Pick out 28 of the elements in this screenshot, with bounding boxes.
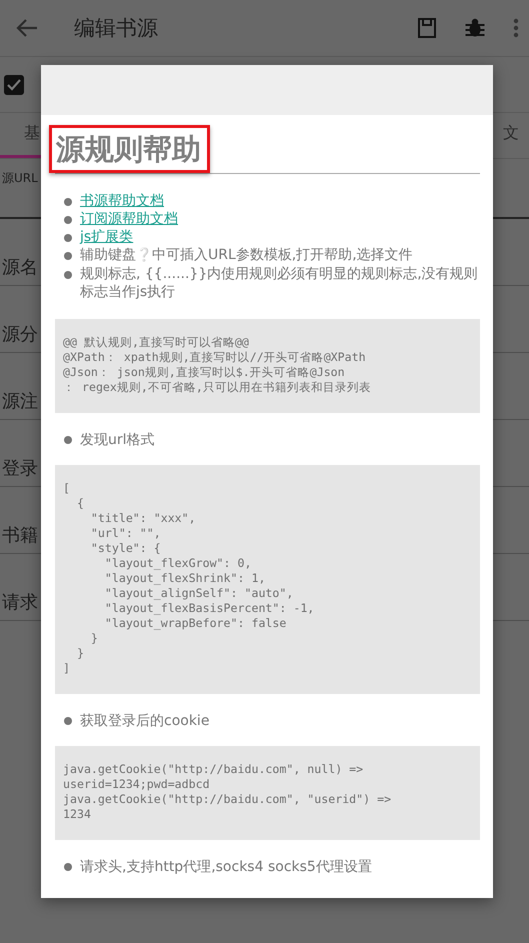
section-heading: 发现url格式 bbox=[80, 431, 155, 449]
field-label: 源URL bbox=[2, 171, 38, 185]
code-block: java.getCookie("http://baidu.com", null) => userid=1234;pwd=adbcd java.getCookie("http://baidu.com", "userid") => 1234 bbox=[55, 746, 480, 840]
help-link[interactable]: 订阅源帮助文档 bbox=[80, 210, 178, 228]
section-heading: 获取登录后的cookie bbox=[80, 712, 210, 730]
save-icon[interactable] bbox=[417, 18, 437, 38]
tab[interactable]: 文 bbox=[491, 113, 529, 158]
code-block: @@ 默认规则,直接写时可以省略@@ @XPath： xpath规则,直接写时以//开头可省略@XPath @Json： json规则,直接写时以$.开头可省略@Json ： regex规则,不可省略,只可以用在书籍列表和目录列表 bbox=[55, 319, 480, 413]
bullet-icon bbox=[64, 436, 72, 444]
checkbox[interactable] bbox=[4, 74, 24, 94]
help-text: 规则标志, {{......}}内使用规则必须有明显的规则标志,没有规则标志当作js执行 bbox=[80, 265, 479, 301]
help-text: 辅助键盘❔中可插入URL参数模板,打开帮助,选择文件 bbox=[80, 246, 413, 265]
bullet-icon bbox=[64, 271, 72, 279]
help-link[interactable]: 书源帮助文档 bbox=[80, 192, 164, 210]
bullet-icon bbox=[64, 252, 72, 260]
bullet-icon bbox=[64, 717, 72, 725]
help-title: 源规则帮助 bbox=[49, 125, 210, 173]
code-block: [ { "title": "xxx", "url": "", "style": { "layout_flexGrow": 0, "layout_flexShrink": 1, "layout_alignSelf": "auto", "layout_flexBasisPercent": -1, "layout_wrapBefore": false } } ] bbox=[55, 465, 480, 694]
page-title: 编辑书源 bbox=[74, 15, 159, 42]
bullet-icon bbox=[64, 216, 72, 224]
bullet-icon bbox=[64, 234, 72, 242]
more-icon[interactable] bbox=[513, 18, 519, 38]
back-icon[interactable] bbox=[16, 19, 38, 37]
bullet-icon bbox=[64, 198, 72, 206]
help-link[interactable]: js扩展类 bbox=[80, 228, 134, 246]
bug-icon[interactable] bbox=[465, 18, 485, 38]
bullet-icon bbox=[64, 863, 72, 871]
section-heading: 请求头,支持http代理,socks4 socks5代理设置 bbox=[80, 858, 372, 876]
